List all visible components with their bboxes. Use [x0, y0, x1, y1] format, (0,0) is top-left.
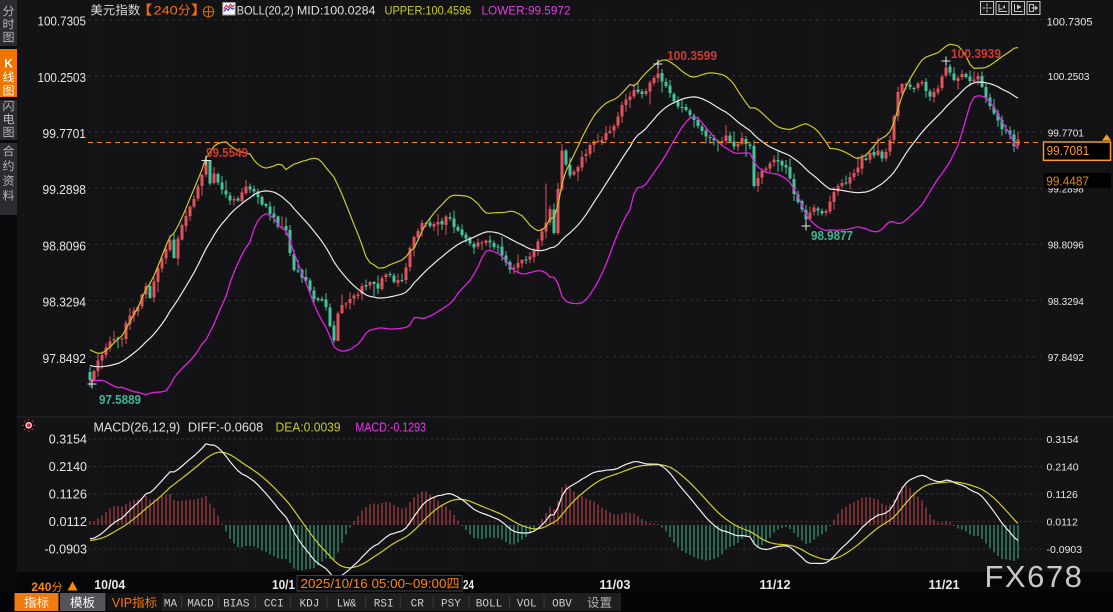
svg-text:BIAS: BIAS [223, 599, 250, 611]
svg-text:0.0112: 0.0112 [1047, 516, 1078, 528]
svg-text:99.5549: 99.5549 [206, 145, 248, 160]
svg-text:100.7305: 100.7305 [1047, 16, 1093, 28]
svg-text:100.7305: 100.7305 [38, 14, 87, 29]
svg-text:OBV: OBV [552, 599, 572, 611]
svg-text:CCI: CCI [264, 599, 284, 611]
svg-text:11/12: 11/12 [760, 577, 791, 592]
svg-text:10/1: 10/1 [272, 577, 295, 592]
svg-text:DEA:0.0039: DEA:0.0039 [276, 420, 341, 435]
svg-text:10/04: 10/04 [94, 577, 126, 592]
svg-text:0.3154: 0.3154 [49, 432, 87, 447]
svg-text:97.8492: 97.8492 [1048, 353, 1085, 364]
svg-text:2025/10/16 05:00~09:00: 2025/10/16 05:00~09:00 [301, 576, 447, 591]
svg-text:-0.0903: -0.0903 [45, 542, 88, 557]
svg-text:UPPER:100.4596: UPPER:100.4596 [385, 4, 472, 18]
svg-text:98.9877: 98.9877 [811, 228, 853, 243]
svg-text:11/03: 11/03 [599, 577, 630, 592]
svg-text:KDJ: KDJ [300, 599, 320, 611]
svg-text:0.3154: 0.3154 [1047, 434, 1079, 446]
svg-text:LW&: LW& [337, 599, 357, 611]
svg-text:-0.0903: -0.0903 [1047, 544, 1083, 556]
svg-text:VOL: VOL [517, 599, 537, 611]
svg-text:98.8096: 98.8096 [43, 238, 87, 253]
svg-text:240: 240 [31, 580, 51, 594]
svg-text:99.7701: 99.7701 [1048, 128, 1085, 139]
svg-text:99.2898: 99.2898 [43, 182, 87, 197]
svg-text:FX678: FX678 [985, 559, 1084, 594]
svg-text:100.3939: 100.3939 [951, 46, 1001, 61]
svg-text:100.3599: 100.3599 [667, 48, 717, 63]
svg-text:DIFF:-0.0608: DIFF:-0.0608 [188, 420, 263, 435]
svg-text:97.5889: 97.5889 [99, 392, 141, 407]
svg-text:98.8096: 98.8096 [1048, 241, 1085, 252]
svg-text:97.8492: 97.8492 [43, 351, 87, 366]
svg-text:BOLL: BOLL [476, 599, 502, 611]
svg-text:0.1126: 0.1126 [1047, 489, 1078, 501]
svg-text:LOWER:99.5972: LOWER:99.5972 [482, 4, 571, 18]
svg-text:MACD(26,12,9): MACD(26,12,9) [94, 420, 181, 435]
svg-text:99.7701: 99.7701 [43, 126, 87, 141]
svg-text:99.4487: 99.4487 [1046, 173, 1089, 188]
svg-text:99.7081: 99.7081 [1047, 143, 1090, 158]
svg-text:MACD:-0.1293: MACD:-0.1293 [355, 420, 426, 435]
svg-text:MA: MA [164, 599, 178, 611]
svg-text:0.2140: 0.2140 [1047, 461, 1079, 473]
svg-text:MID:100.0284: MID:100.0284 [297, 4, 376, 18]
svg-text:98.3294: 98.3294 [43, 295, 87, 310]
svg-text:RSI: RSI [374, 599, 394, 611]
svg-text:0.0112: 0.0112 [49, 514, 87, 529]
svg-text:MACD: MACD [187, 599, 214, 611]
svg-text:100.2503: 100.2503 [38, 70, 87, 85]
svg-text:240: 240 [154, 4, 179, 18]
svg-text:0.2140: 0.2140 [49, 459, 87, 474]
svg-text:BOLL(20,2): BOLL(20,2) [237, 4, 294, 18]
svg-text:VIP: VIP [112, 596, 132, 610]
svg-text:0.1126: 0.1126 [49, 487, 87, 502]
svg-text:11/21: 11/21 [929, 577, 960, 592]
svg-text:100.2503: 100.2503 [1048, 72, 1090, 83]
svg-text:PSY: PSY [441, 599, 461, 611]
svg-text:98.3294: 98.3294 [1048, 297, 1085, 308]
svg-text:24: 24 [463, 577, 475, 592]
svg-text:K: K [4, 56, 13, 70]
svg-text:CR: CR [411, 599, 425, 611]
